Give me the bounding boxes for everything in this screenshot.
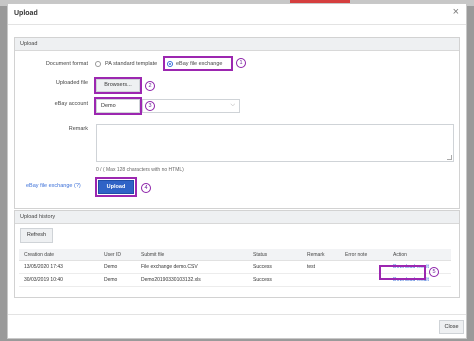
- cell-remark: [302, 273, 340, 287]
- close-icon[interactable]: ×: [453, 7, 459, 18]
- cell-remark: test: [302, 260, 340, 274]
- option-pa-standard-template[interactable]: PA standard template: [105, 61, 157, 67]
- close-button[interactable]: Close: [439, 320, 464, 334]
- column-status: Status: [248, 249, 302, 261]
- column-creation-date: Creation date: [19, 249, 99, 261]
- highlight-ebay-account: [94, 97, 142, 115]
- remark-character-hint: 0 / ( Max 128 characters with no HTML): [96, 167, 184, 173]
- highlight-download-result: [379, 265, 426, 280]
- dialog-footer: Close: [8, 314, 466, 338]
- highlight-ebay-file-exchange: [163, 56, 233, 71]
- annotation-4: 4: [141, 183, 151, 193]
- chevron-down-icon: ⌵: [230, 102, 235, 108]
- resize-grip[interactable]: [447, 155, 452, 160]
- cell-submit-file: File exchange demo.CSV: [136, 260, 248, 274]
- cell-creation-date: 30/03/2019 10:40: [19, 273, 99, 287]
- annotation-3: 3: [145, 101, 155, 111]
- refresh-button[interactable]: Refresh: [20, 228, 53, 243]
- column-error-note: Error note: [340, 249, 388, 261]
- column-action: Action: [388, 249, 451, 261]
- cell-submit-file: Demo20190330103132.xls: [136, 273, 248, 287]
- upload-dialog: Upload × Upload Document format PA stand…: [7, 3, 467, 339]
- cell-user-id: Demo: [99, 260, 136, 274]
- cell-creation-date: 13/05/2020 17:43: [19, 260, 99, 274]
- annotation-1: 1: [236, 58, 246, 68]
- dialog-title: Upload: [14, 10, 38, 17]
- ebay-account-dropdown[interactable]: ⌵: [142, 99, 240, 113]
- highlight-upload-button: [95, 177, 137, 197]
- uploaded-file-label: Uploaded file: [55, 80, 88, 86]
- radio-pa-standard-template[interactable]: [95, 61, 101, 67]
- cell-status: Success: [248, 260, 302, 274]
- cell-user-id: Demo: [99, 273, 136, 287]
- remark-textarea[interactable]: [96, 124, 454, 162]
- table-header-row: Creation date User ID Submit file Status…: [19, 249, 451, 261]
- document-format-label: Document format: [45, 61, 88, 67]
- column-remark: Remark: [302, 249, 340, 261]
- annotation-2: 2: [145, 81, 155, 91]
- column-user-id: User ID: [99, 249, 136, 261]
- column-submit-file: Submit file: [136, 249, 248, 261]
- upload-panel-title: Upload: [15, 38, 459, 51]
- ebay-account-label: eBay account: [54, 101, 88, 107]
- highlight-browse-button: [94, 77, 142, 94]
- cell-status: Success: [248, 273, 302, 287]
- upload-history-title: Upload history: [15, 211, 459, 224]
- annotation-5: 5: [429, 267, 439, 277]
- remark-label: Remark: [68, 126, 88, 132]
- dialog-header: Upload ×: [8, 4, 466, 25]
- ebay-file-exchange-help-link[interactable]: eBay file exchange (?): [26, 183, 81, 189]
